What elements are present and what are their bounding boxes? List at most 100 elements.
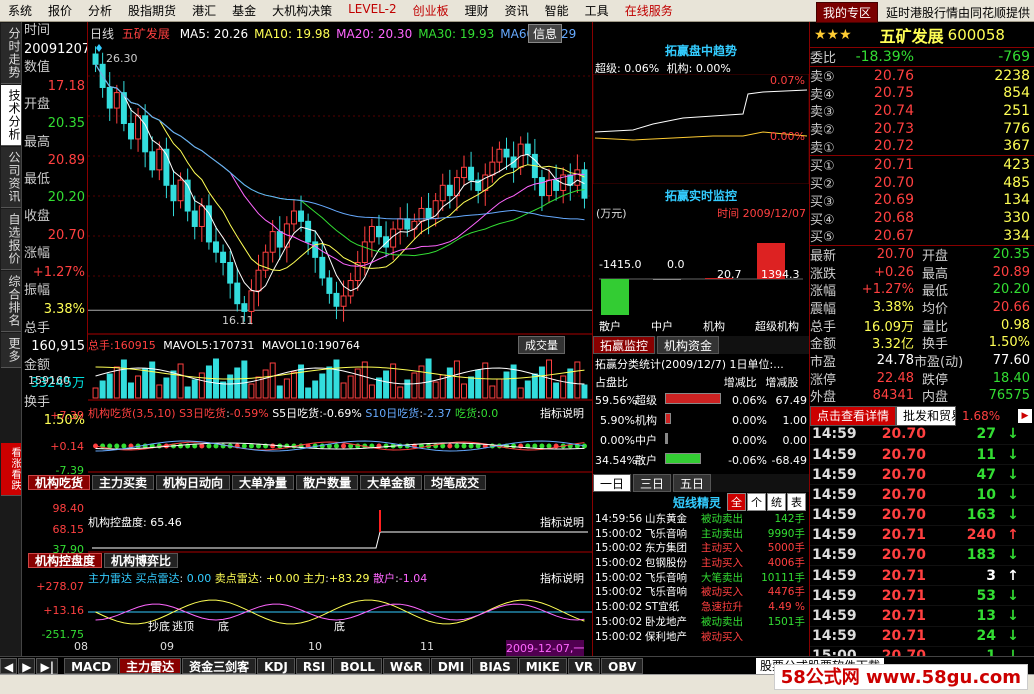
info-button[interactable]: 信息 [528, 24, 563, 43]
elf-tab-2[interactable]: 统 [767, 493, 787, 511]
my-zone-button[interactable]: 我的专区 [815, 2, 878, 23]
menu-item-8[interactable]: 创业板 [405, 2, 457, 19]
bottom-tab-2[interactable]: 资金三剑客 [182, 657, 257, 674]
kline-chart-area[interactable]: 日线 五矿发展 MA5: 20.26 MA10: 19.98 MA20: 20.30… [28, 22, 592, 656]
rating-stars: ★★★ [814, 26, 852, 43]
menu-item-13[interactable]: 在线服务 [617, 2, 681, 19]
expand-icon[interactable]: ▶ [1018, 408, 1032, 423]
indicator-tab-1[interactable]: 主力买卖 [92, 475, 155, 490]
nav-right-button[interactable]: ▶ [18, 657, 36, 674]
bottom-tab-6[interactable]: W&R [382, 657, 430, 674]
jgcd-explain-link[interactable]: 指标说明 [540, 405, 584, 421]
elf-row[interactable]: 15:00:02 ST宜纸 急速拉升 4.49 % [593, 600, 809, 615]
menu-item-12[interactable]: 工具 [577, 2, 617, 19]
indicator-tab-2[interactable]: 机构日动向 [156, 475, 231, 490]
indicator-tab-5[interactable]: 大单金额 [360, 475, 423, 490]
elf-row[interactable]: 15:00:02 包钢股份 主动买入 4006手 [593, 556, 809, 571]
left-tab-3[interactable]: 自选报价 [1, 209, 21, 270]
book-row[interactable]: 卖③ 20.74 251 [810, 102, 1034, 121]
elf-row[interactable]: 15:00:02 飞乐音响 主动卖出 9990手 [593, 527, 809, 542]
elf-time: 15:00:02 [595, 557, 643, 570]
menu-item-6[interactable]: 大机构决策 [264, 2, 340, 19]
elf-row[interactable]: 15:00:02 东方集团 主动买入 5000手 [593, 541, 809, 556]
candle-body [524, 143, 531, 155]
info-label: 总手 [24, 320, 51, 336]
book-row[interactable]: 卖② 20.73 776 [810, 120, 1034, 139]
menu-item-7[interactable]: LEVEL-2 [340, 2, 405, 19]
volume-bar [404, 379, 411, 399]
elf-tab-3[interactable]: 表 [787, 493, 807, 511]
buy-radar-value: 0.00 [186, 572, 212, 585]
book-volume: 334 [1003, 227, 1030, 244]
bottom-tab-9[interactable]: MIKE [518, 657, 567, 674]
elf-tab-1[interactable]: 个 [747, 493, 767, 511]
menu-item-11[interactable]: 智能 [537, 2, 577, 19]
menu-item-3[interactable]: 股指期货 [120, 2, 184, 19]
bottom-tab-8[interactable]: BIAS [472, 657, 518, 674]
menu-item-1[interactable]: 报价 [40, 2, 80, 19]
bottom-tab-10[interactable]: VR [567, 657, 601, 674]
menu-item-2[interactable]: 分析 [80, 2, 120, 19]
bottom-tab-7[interactable]: DMI [430, 657, 472, 674]
info-row: 20.70 [22, 227, 87, 246]
day-tab-1[interactable]: 三日 [633, 474, 672, 492]
tick-row: 14:59 20.71 24 ↓ [810, 627, 1034, 647]
elf-stock: 包钢股份 [645, 557, 687, 570]
nav-end-button[interactable]: ▶| [36, 657, 59, 674]
left-tab-rise-fall[interactable]: 看涨看跌 [1, 443, 21, 496]
bottom-tab-11[interactable]: OBV [601, 657, 644, 674]
left-tab-1[interactable]: 技术分析 [1, 85, 21, 146]
monitor-tab-0[interactable]: 拓赢监控 [593, 336, 656, 354]
elf-row[interactable]: 14:59:56 山东黄金 被动卖出 142手 [593, 512, 809, 527]
monitor-tab-1[interactable]: 机构资金 [657, 336, 720, 354]
indicator-tab-1[interactable]: 机构博弈比 [104, 553, 179, 568]
book-row[interactable]: 买④ 20.68 330 [810, 209, 1034, 228]
elf-row[interactable]: 15:00:02 飞乐音响 大笔卖出 10111手 [593, 571, 809, 586]
elf-tab-0[interactable]: 全 [727, 493, 747, 511]
elf-row[interactable]: 15:00:02 保利地产 被动买入 [593, 630, 809, 645]
book-row[interactable]: 买① 20.71 423 [810, 156, 1034, 175]
elf-row[interactable]: 15:00:02 卧龙地产 被动卖出 1501手 [593, 615, 809, 630]
industry-tab[interactable]: 批发和贸易 [896, 405, 957, 426]
left-tab-4[interactable]: 综合排名 [1, 271, 21, 332]
bottom-tab-4[interactable]: RSI [295, 657, 333, 674]
menu-item-9[interactable]: 理财 [457, 2, 497, 19]
day-tab-2[interactable]: 五日 [673, 474, 712, 492]
bottom-tab-5[interactable]: BOLL [333, 657, 382, 674]
volume-bar [538, 366, 545, 399]
nav-left-button[interactable]: ◀ [0, 657, 18, 674]
book-row[interactable]: 买⑤ 20.67 334 [810, 227, 1034, 246]
bottom-tab-3[interactable]: KDJ [257, 657, 295, 674]
indicator-tab-6[interactable]: 均笔成交 [424, 475, 487, 490]
left-tab-2[interactable]: 公司资讯 [1, 147, 21, 208]
menu-item-4[interactable]: 港汇 [184, 2, 224, 19]
indicator-tab-0[interactable]: 机构吃货 [28, 475, 91, 490]
elf-row[interactable]: 15:00:02 飞乐音响 被动买入 4476手 [593, 585, 809, 600]
book-row[interactable]: 买③ 20.69 134 [810, 192, 1034, 210]
zlld-explain-link[interactable]: 指标说明 [540, 570, 584, 586]
book-row[interactable]: 卖① 20.72 367 [810, 137, 1034, 156]
candle-body [553, 179, 560, 191]
kpd-explain-link[interactable]: 指标说明 [540, 514, 584, 530]
bottom-tab-0[interactable]: MACD [64, 657, 119, 674]
stat-col-ratio: 占盘比 [595, 376, 628, 389]
quote-row: 金额 3.32亿 换手 1.50% [810, 334, 1034, 352]
menu-item-0[interactable]: 系统 [0, 2, 40, 19]
detail-button[interactable]: 点击查看详情 [810, 405, 897, 426]
indicator-tab-4[interactable]: 散户数量 [296, 475, 359, 490]
book-row[interactable]: 买② 20.70 485 [810, 174, 1034, 193]
book-row[interactable]: 卖④ 20.75 854 [810, 84, 1034, 103]
volume-button[interactable]: 成交量 [518, 336, 565, 354]
left-tab-0[interactable]: 分时走势 [1, 23, 21, 84]
book-row[interactable]: 卖⑤ 20.76 2238 [810, 67, 1034, 86]
menu-item-10[interactable]: 资讯 [497, 2, 537, 19]
volume-bar [290, 371, 297, 399]
weibi-value: -18.39% [855, 48, 914, 65]
monitor-title: 拓赢实时监控 [664, 189, 737, 203]
monitor-bar [653, 279, 681, 280]
bottom-tab-1[interactable]: 主力雷达 [119, 657, 182, 674]
menu-item-5[interactable]: 基金 [224, 2, 264, 19]
day-tab-0[interactable]: 一日 [593, 474, 632, 492]
indicator-tab-3[interactable]: 大单净量 [232, 475, 295, 490]
left-tab-5[interactable]: 更多 [1, 333, 21, 368]
